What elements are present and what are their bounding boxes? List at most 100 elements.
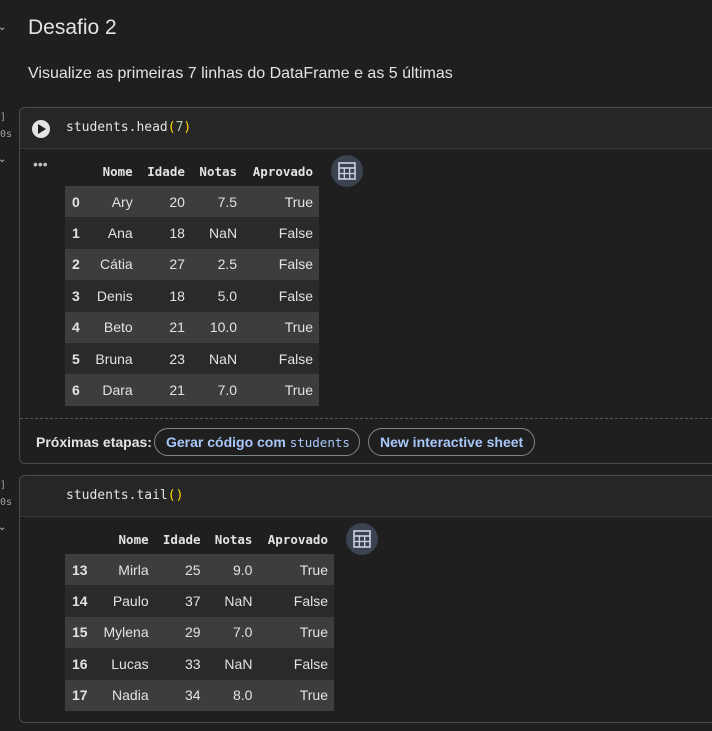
section-description: Visualize as primeiras 7 linhas do DataF…: [28, 65, 453, 82]
table-row: 15 Mylena 29 7.0 True: [65, 616, 334, 649]
execution-count-label: ]: [0, 112, 7, 123]
column-header: Aprovado: [267, 531, 328, 547]
row-index: 16: [65, 648, 95, 680]
convert-to-interactive-table-button[interactable]: [346, 523, 378, 555]
column-header: Nome: [118, 531, 149, 547]
execution-time-label: 0s: [0, 129, 13, 140]
next-steps-label: Próximas etapas:: [36, 434, 152, 450]
table-cell: 21: [138, 311, 191, 343]
row-index: 3: [65, 280, 87, 312]
dataframe-table: Nome Idade Notas Aprovado 13 Mirla 25 9.0 True 1…: [65, 524, 334, 711]
execution-count-label: ]: [0, 480, 7, 491]
table-cell: False: [258, 585, 334, 617]
row-index: 17: [65, 679, 95, 711]
row-index: 4: [65, 311, 87, 343]
table-cell: 7.0: [206, 616, 259, 649]
table-cell: Mirla: [94, 554, 155, 586]
table-cell: True: [258, 616, 334, 649]
table-cell: 18: [138, 217, 191, 249]
table-row: 16 Lucas 33 NaN False: [65, 648, 334, 680]
table-cell: 2.5: [190, 248, 244, 281]
collapse-section-icon[interactable]: ⌄: [0, 22, 6, 33]
table-cell: NaN: [206, 648, 259, 680]
column-header: Notas: [199, 163, 238, 179]
collapse-output-icon[interactable]: ⌄: [0, 154, 6, 165]
table-cell: Lucas: [94, 648, 155, 680]
table-cell: False: [258, 648, 334, 680]
table-cell: False: [243, 217, 319, 249]
column-header: Nome: [102, 163, 133, 179]
code-cell[interactable]: students.head(7) ••• Nome Idade Notas Aprov…: [19, 107, 712, 464]
table-cell: Nadia: [94, 679, 155, 711]
table-cell: True: [243, 311, 319, 343]
table-cell: True: [243, 374, 319, 406]
table-cell: 37: [154, 585, 207, 617]
table-row: 0 Ary 20 7.5 True: [65, 186, 319, 218]
table-cell: 18: [138, 280, 191, 312]
code-editor[interactable]: students.head(7): [20, 108, 712, 149]
row-index: 0: [65, 186, 87, 218]
code-cell[interactable]: students.tail() Nome Idade Notas Aprovado 1…: [19, 475, 712, 723]
table-header-row: Nome Idade Notas Aprovado: [65, 156, 319, 186]
table-cell: 21: [138, 374, 191, 406]
table-cell: False: [243, 280, 319, 312]
table-cell: Bruna: [86, 342, 139, 375]
table-cell: 23: [138, 342, 191, 375]
table-row: 1 Ana 18 NaN False: [65, 217, 319, 249]
output-menu-icon[interactable]: •••: [33, 156, 48, 172]
table-cell: 9.0: [206, 554, 259, 586]
table-cell: NaN: [190, 217, 244, 249]
table-cell: Paulo: [94, 585, 155, 617]
table-cell: 7.0: [190, 374, 244, 406]
table-icon: [338, 162, 356, 180]
code-editor[interactable]: students.tail(): [20, 476, 712, 517]
table-cell: 8.0: [206, 679, 259, 711]
run-cell-button[interactable]: [32, 120, 50, 138]
table-cell: 20: [138, 186, 191, 218]
new-interactive-sheet-chip[interactable]: New interactive sheet: [368, 428, 535, 456]
code-line[interactable]: students.tail(): [66, 488, 183, 503]
table-cell: 7.5: [190, 186, 244, 218]
dataframe-table: Nome Idade Notas Aprovado 0 Ary 20 7.5 True 1 Ana…: [65, 156, 319, 406]
column-header: Idade: [147, 163, 185, 179]
column-header: Aprovado: [252, 163, 313, 179]
table-cell: NaN: [206, 585, 259, 617]
table-cell: 27: [138, 248, 191, 281]
column-header: Idade: [162, 531, 201, 547]
table-row: 13 Mirla 25 9.0 True: [65, 554, 334, 586]
row-index: 6: [65, 374, 87, 406]
table-row: 14 Paulo 37 NaN False: [65, 585, 334, 617]
table-cell: 34: [154, 679, 207, 711]
table-cell: True: [258, 679, 334, 711]
table-header-row: Nome Idade Notas Aprovado: [65, 524, 334, 554]
table-row: 6 Dara 21 7.0 True: [65, 374, 319, 406]
table-cell: 33: [154, 648, 207, 680]
table-cell: Ary: [86, 186, 139, 218]
row-index: 1: [65, 217, 87, 249]
table-cell: True: [258, 554, 334, 586]
table-cell: False: [243, 342, 319, 375]
table-cell: 29: [154, 616, 207, 649]
table-cell: 25: [154, 554, 207, 586]
row-index: 2: [65, 248, 87, 281]
column-header: Notas: [214, 531, 253, 547]
collapse-output-icon[interactable]: ⌄: [0, 522, 6, 533]
table-icon: [353, 530, 371, 548]
convert-to-interactive-table-button[interactable]: [331, 155, 363, 187]
output-divider: [20, 418, 712, 419]
generate-code-chip[interactable]: Gerar código com students: [154, 428, 360, 456]
code-line[interactable]: students.head(7): [66, 120, 191, 135]
table-cell: False: [243, 248, 319, 281]
table-cell: Ana: [86, 217, 139, 249]
table-row: 5 Bruna 23 NaN False: [65, 342, 319, 375]
table-cell: Mylena: [94, 616, 155, 649]
table-cell: 10.0: [190, 311, 244, 343]
row-index: 5: [65, 342, 87, 375]
index-header: [65, 156, 87, 186]
index-header: [65, 524, 95, 554]
table-cell: Cátia: [86, 248, 139, 281]
row-index: 13: [65, 554, 95, 586]
table-cell: Dara: [86, 374, 139, 406]
section-heading: Desafio 2: [28, 16, 117, 39]
table-row: 17 Nadia 34 8.0 True: [65, 679, 334, 711]
